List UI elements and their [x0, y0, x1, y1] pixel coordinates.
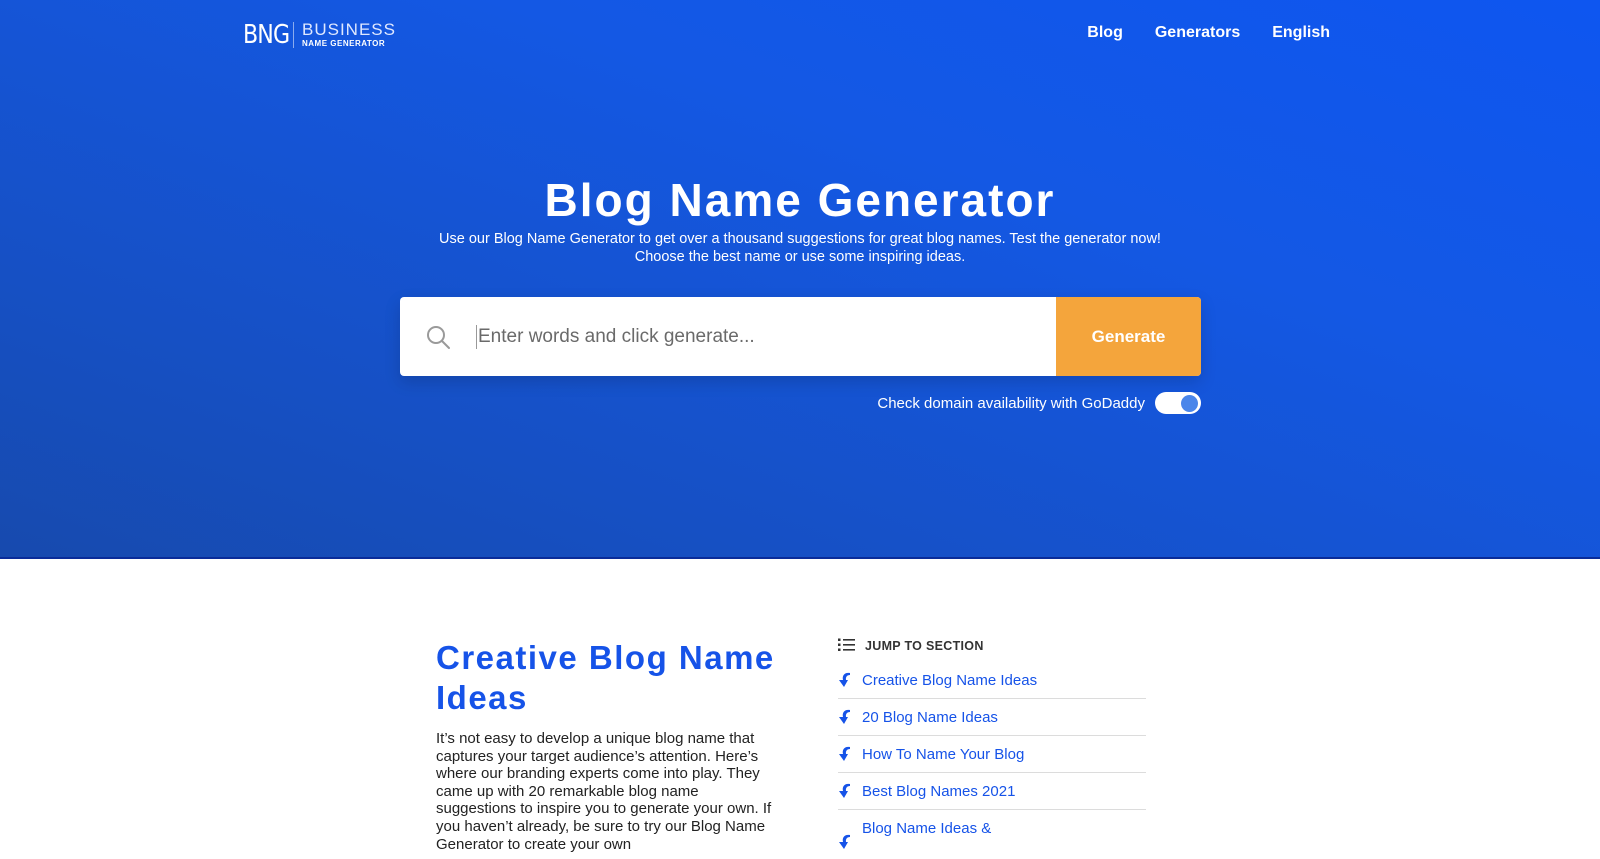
- toc-header: JUMP TO SECTION: [838, 636, 1146, 656]
- logo-top-text: BUSINESS: [302, 20, 396, 39]
- nav-language[interactable]: English: [1272, 24, 1330, 42]
- hero-section: BNG BUSINESS NAME GENERATOR Blog Generat…: [0, 0, 1600, 559]
- logo-bottom-text: NAME GENERATOR: [302, 39, 386, 48]
- search-icon: [400, 297, 476, 376]
- domain-check-label: Check domain availability with GoDaddy: [877, 394, 1145, 412]
- nav-generators[interactable]: Generators: [1155, 24, 1240, 42]
- hero-subtitle-line-2: Choose the best name or use some inspiri…: [634, 249, 966, 265]
- toc-item-label: Creative Blog Name Ideas: [862, 672, 1038, 689]
- toc-item-label: 20 Blog Name Ideas: [862, 709, 998, 726]
- toc-header-label: JUMP TO SECTION: [865, 639, 984, 653]
- curved-arrow-down-icon: [838, 708, 852, 726]
- list-icon: [838, 638, 855, 655]
- section-title: Creative Blog Name Ideas: [436, 639, 775, 716]
- toc-item[interactable]: 20 Blog Name Ideas: [838, 699, 1146, 736]
- hero-subtitle: Use our Blog Name Generator to get over …: [0, 230, 1600, 266]
- section-body: It’s not easy to develop a unique blog n…: [436, 730, 772, 853]
- toggle-knob: [1181, 395, 1198, 412]
- toc-item[interactable]: Blog Name Ideas &: [838, 810, 1146, 859]
- page-title: Blog Name Generator: [544, 174, 1056, 226]
- toc-item-label: How To Name Your Blog: [862, 746, 1025, 763]
- curved-arrow-down-icon: [838, 833, 852, 851]
- hero-subtitle-line-1: Use our Blog Name Generator to get over …: [439, 231, 1161, 247]
- curved-arrow-down-icon: [838, 671, 852, 689]
- logo[interactable]: BNG BUSINESS NAME GENERATOR: [243, 20, 396, 50]
- toc-item-label: Best Blog Names 2021: [862, 783, 1016, 800]
- main-nav: Blog Generators English: [1087, 24, 1330, 42]
- search-bar: Generate: [400, 297, 1201, 376]
- table-of-contents: JUMP TO SECTION Creative Blog Name Ideas…: [838, 636, 1146, 859]
- toc-item[interactable]: Creative Blog Name Ideas: [838, 662, 1146, 699]
- toc-item-label: Blog Name Ideas &: [862, 820, 992, 837]
- toc-item[interactable]: How To Name Your Blog: [838, 736, 1146, 773]
- logo-mark: BNG: [243, 20, 290, 50]
- domain-check-row: Check domain availability with GoDaddy: [877, 392, 1201, 414]
- curved-arrow-down-icon: [838, 745, 852, 763]
- logo-divider: [293, 22, 294, 48]
- generate-button[interactable]: Generate: [1056, 297, 1201, 376]
- curved-arrow-down-icon: [838, 782, 852, 800]
- domain-check-toggle[interactable]: [1155, 392, 1201, 414]
- toc-list: Creative Blog Name Ideas 20 Blog Name Id…: [838, 662, 1146, 859]
- nav-blog[interactable]: Blog: [1087, 24, 1123, 42]
- article-intro: Creative Blog Name Ideas It’s not easy t…: [436, 638, 781, 853]
- search-input[interactable]: [476, 325, 1056, 349]
- toc-item[interactable]: Best Blog Names 2021: [838, 773, 1146, 810]
- logo-text: BUSINESS NAME GENERATOR: [302, 21, 396, 49]
